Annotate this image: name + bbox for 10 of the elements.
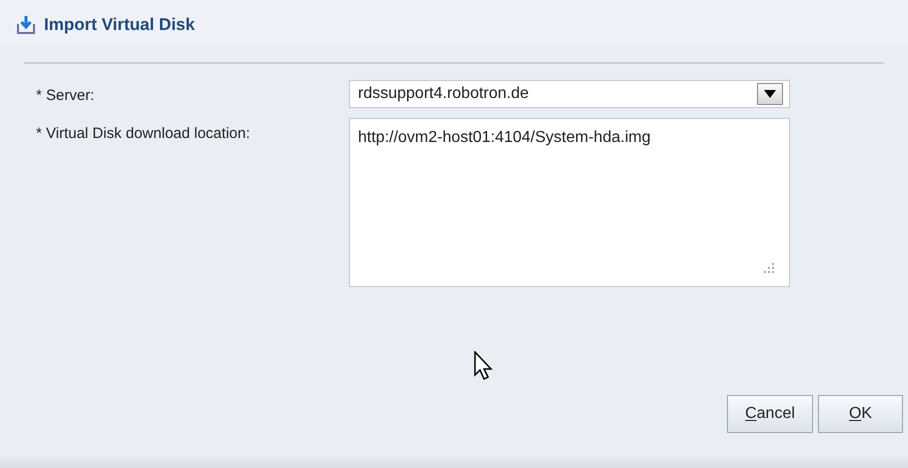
ok-button[interactable]: OK bbox=[818, 395, 903, 433]
field-label: * Virtual Disk download location: bbox=[36, 124, 252, 144]
server-dropdown[interactable]: rdssupport4.robotron.de bbox=[349, 80, 790, 108]
import-icon bbox=[16, 15, 36, 35]
resize-grip-icon[interactable] bbox=[764, 263, 775, 274]
cancel-button[interactable]: Cancel bbox=[727, 395, 813, 433]
dialog-title: Import Virtual Disk bbox=[44, 14, 195, 36]
mouse-cursor-icon bbox=[474, 351, 494, 381]
location-textarea[interactable]: http://ovm2-host01:4104/System-hda.img bbox=[349, 118, 790, 287]
field-label: * Server: bbox=[36, 86, 96, 106]
